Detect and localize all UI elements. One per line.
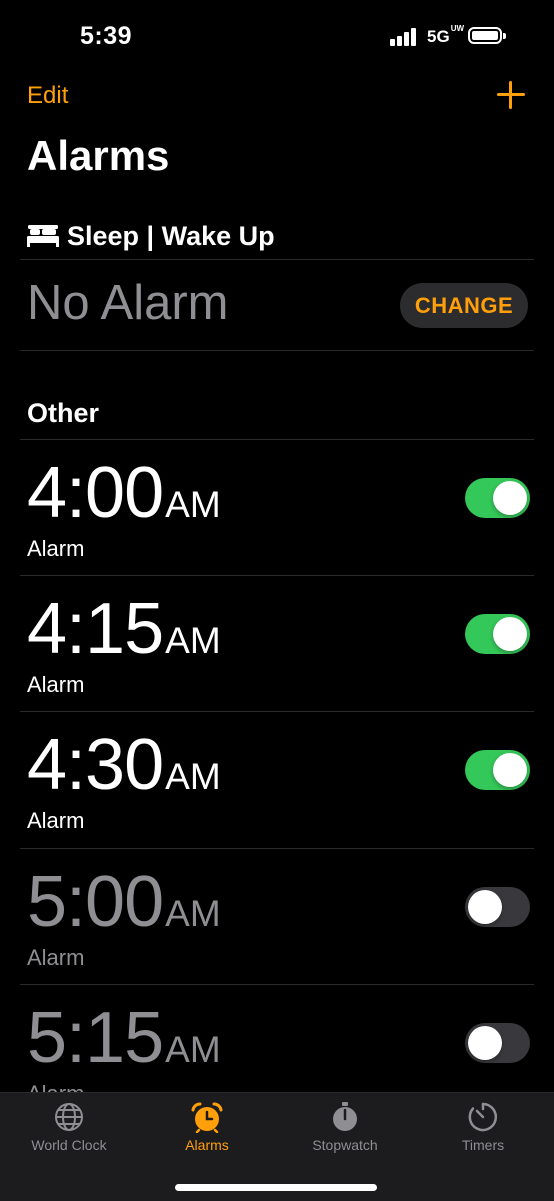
alarm-row[interactable]: 4:00AM Alarm [0,440,554,576]
network-sup: UW [450,24,465,34]
alarm-row[interactable]: 4:15AM Alarm [0,576,554,712]
status-time: 5:39 [80,22,133,50]
home-indicator [175,1184,377,1191]
sleep-header-label: Sleep | Wake Up [67,220,275,251]
globe-icon [55,1103,83,1131]
alarm-ampm: AM [165,484,221,525]
alarm-toggle[interactable] [465,1023,530,1063]
alarm-clock-icon [191,1102,223,1133]
alarm-ampm: AM [165,620,221,661]
tab-timers[interactable]: Timers [414,1101,552,1153]
timer-icon [468,1102,498,1132]
divider [20,259,534,260]
divider [20,350,534,351]
alarm-time-value: 4:30 [27,725,164,805]
alarm-label: Alarm [27,672,85,697]
alarm-ampm: AM [165,893,221,934]
toggle-knob [468,1026,502,1060]
alarm-time: 4:15AM [27,588,221,670]
toggle-knob [468,890,502,924]
alarm-toggle[interactable] [465,887,530,927]
toggle-knob [493,753,527,787]
battery-icon [468,27,506,44]
tab-world-clock[interactable]: World Clock [0,1101,138,1153]
alarm-time: 4:30AM [27,724,221,806]
alarm-time-value: 5:00 [27,862,164,942]
alarm-time: 4:00AM [27,452,221,534]
sleep-alarm-value: No Alarm [27,276,229,330]
alarm-row[interactable]: 5:00AM Alarm [0,849,554,985]
toggle-knob [493,481,527,515]
alarm-ampm: AM [165,1029,221,1070]
tab-label: Timers [461,1137,505,1153]
bed-icon [27,225,59,247]
plus-icon[interactable] [494,78,528,112]
tab-label: World Clock [31,1137,107,1153]
alarm-label: Alarm [27,945,85,970]
tab-label: Stopwatch [312,1137,378,1153]
alarm-toggle[interactable] [465,750,530,790]
tab-label: Alarms [185,1137,229,1153]
alarm-row[interactable]: 4:30AM Alarm [0,712,554,848]
alarm-time: 5:15AM [27,997,221,1079]
alarm-time-value: 4:15 [27,589,164,669]
alarm-time-value: 4:00 [27,453,164,533]
status-bar: 5:39 5GUW [0,0,554,70]
cellular-signal-icon [390,28,420,46]
tab-stopwatch[interactable]: Stopwatch [276,1101,414,1153]
alarm-ampm: AM [165,756,221,797]
tab-alarms[interactable]: Alarms [138,1101,276,1153]
edit-button[interactable]: Edit [27,82,68,110]
other-section-header: Other [27,398,100,428]
alarm-toggle[interactable] [465,478,530,518]
alarm-label: Alarm [27,536,85,561]
change-button[interactable]: CHANGE [400,283,528,328]
alarm-toggle[interactable] [465,614,530,654]
alarm-time: 5:00AM [27,861,221,943]
network-indicator: 5GUW [427,24,465,47]
stopwatch-icon [333,1102,357,1131]
sleep-section-header: Sleep | Wake Up [27,218,275,254]
toggle-knob [493,617,527,651]
alarm-label: Alarm [27,808,85,833]
alarm-time-value: 5:15 [27,998,164,1078]
page-title: Alarms [27,132,170,179]
network-type: 5G [427,27,450,46]
